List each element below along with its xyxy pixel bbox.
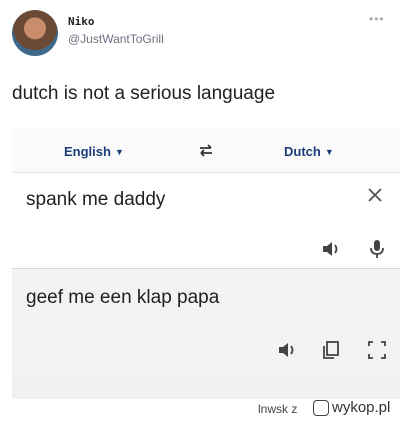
swap-arrows-icon[interactable] <box>196 140 216 160</box>
avatar[interactable] <box>12 10 58 56</box>
cropped-bottom-strip <box>12 377 400 399</box>
chevron-down-icon: ▼ <box>324 147 334 157</box>
watermark-brand: wykop.pl <box>332 399 391 416</box>
chevron-down-icon: ▼ <box>114 147 124 157</box>
speaker-icon[interactable] <box>320 238 342 260</box>
fullscreen-icon[interactable] <box>366 339 388 361</box>
source-text[interactable]: spank me daddy <box>26 189 165 211</box>
microphone-icon[interactable] <box>366 238 388 260</box>
copy-icon[interactable] <box>320 339 342 361</box>
source-language-label: English <box>64 144 111 159</box>
target-language-select[interactable]: Dutch ▼ <box>284 144 334 159</box>
user-handle[interactable]: @JustWantToGrill <box>68 32 164 46</box>
speaker-icon[interactable] <box>276 339 298 361</box>
tweet-text: dutch is not a serious language <box>12 83 276 104</box>
source-language-select[interactable]: English ▼ <box>64 144 124 159</box>
ellipsis-icon[interactable]: ••• <box>369 12 385 26</box>
close-icon[interactable] <box>366 186 384 204</box>
display-name[interactable]: Niko <box>68 15 95 28</box>
watermark-text: lnwsk z <box>258 402 298 416</box>
target-language-label: Dutch <box>284 144 321 159</box>
wykop-logo-icon <box>313 400 329 416</box>
translated-text: geef me een klap papa <box>26 287 220 308</box>
